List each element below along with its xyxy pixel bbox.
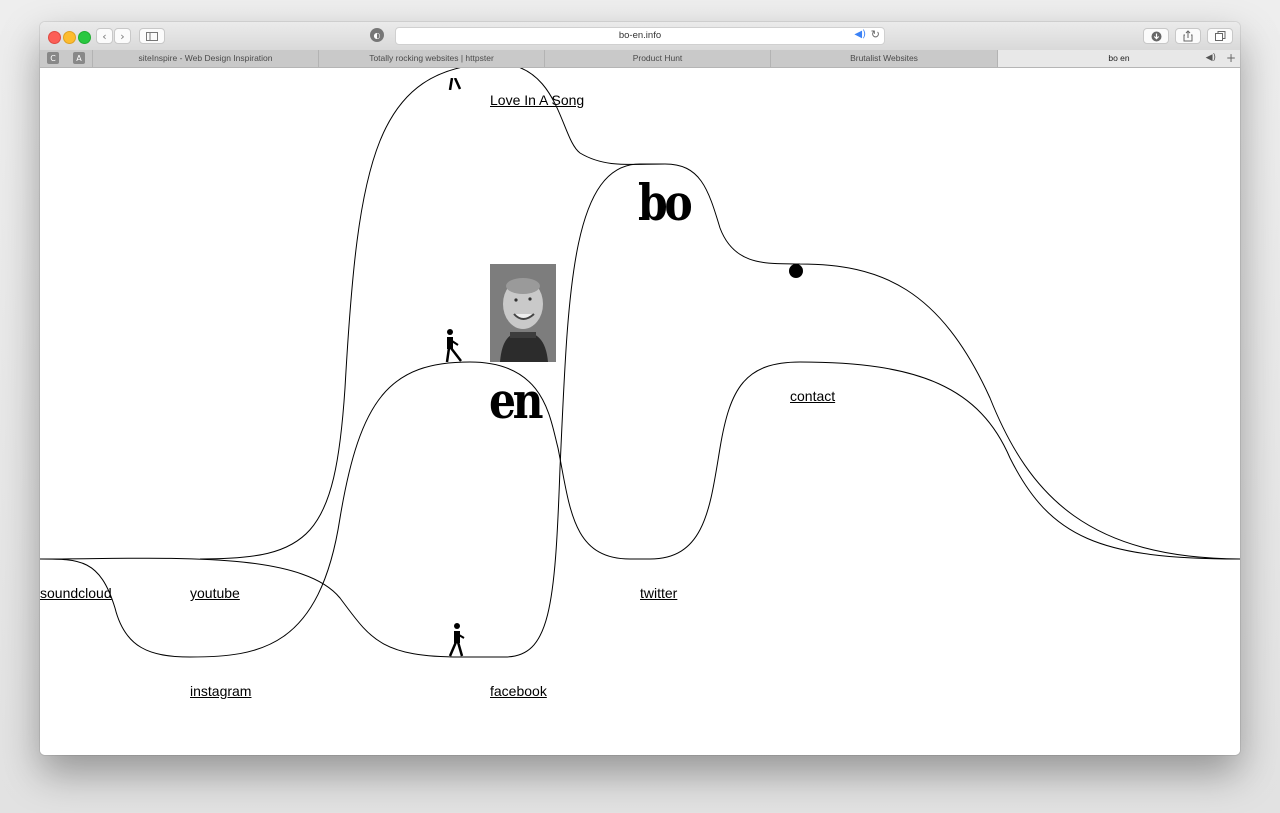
tab-brutalist-websites[interactable]: Brutalist Websites	[770, 50, 997, 67]
tab-bar: C A siteInspire - Web Design Inspiration…	[40, 50, 1240, 68]
link-love-in-a-song[interactable]: Love In A Song	[490, 92, 584, 108]
new-tab-button[interactable]: +	[1226, 50, 1236, 67]
walking-person-icon	[448, 623, 465, 657]
curve-twitter-contact	[649, 361, 1240, 560]
speaker-icon[interactable]: ◀)	[854, 29, 866, 40]
link-instagram[interactable]: instagram	[190, 683, 251, 699]
logo-bo: bo	[638, 173, 693, 232]
link-soundcloud[interactable]: soundcloud	[40, 585, 112, 601]
tab-product-hunt[interactable]: Product Hunt	[544, 50, 770, 67]
tab-label: Totally rocking websites | httpster	[369, 53, 494, 63]
circle-dot-icon[interactable]	[789, 264, 803, 278]
chevron-right-icon: ›	[120, 29, 125, 43]
tabs-icon	[1214, 31, 1225, 41]
privacy-shield-icon[interactable]: ◐	[370, 28, 384, 42]
tabs-overview-button[interactable]	[1207, 28, 1233, 44]
share-button[interactable]	[1175, 28, 1201, 44]
tab-label: siteInspire - Web Design Inspiration	[138, 53, 273, 63]
portrait-image	[490, 264, 556, 362]
tab-httpster[interactable]: Totally rocking websites | httpster	[318, 50, 544, 67]
curve-youtube-song	[199, 68, 1240, 560]
download-icon	[1151, 31, 1161, 41]
downloads-button[interactable]	[1143, 28, 1169, 44]
page-content: bo en Love In A Song soundcloud youtube …	[40, 68, 1240, 755]
tab-label: bo en	[1108, 53, 1130, 63]
address-bar[interactable]: bo-en.info ◀) ↻	[395, 27, 885, 45]
pinned-tab-a[interactable]: A	[73, 52, 85, 64]
sidebar-button[interactable]	[139, 28, 165, 44]
tab-bo-en[interactable]: bo en ◀) +	[997, 50, 1240, 67]
tab-siteinspire[interactable]: siteInspire - Web Design Inspiration	[92, 50, 318, 67]
logo-en: en	[489, 371, 544, 430]
pinned-tab-c[interactable]: C	[47, 52, 59, 64]
chevron-left-icon: ‹	[102, 29, 107, 43]
track-curves	[40, 68, 1240, 658]
walking-person-icon	[448, 78, 462, 90]
forward-button[interactable]: ›	[114, 28, 131, 44]
reload-icon[interactable]: ↻	[871, 28, 880, 41]
tab-label: Brutalist Websites	[850, 53, 918, 63]
link-facebook[interactable]: facebook	[490, 683, 547, 699]
address-text: bo-en.info	[618, 30, 662, 41]
browser-window: ‹ › ◐ bo-en.info ◀) ↻ C A siteInspire - …	[40, 22, 1240, 755]
curve-soundcloud-facebook	[40, 163, 665, 658]
zoom-window-button[interactable]	[78, 31, 91, 44]
share-icon	[1183, 30, 1193, 42]
speaker-icon[interactable]: ◀)	[1206, 50, 1216, 67]
back-button[interactable]: ‹	[96, 28, 113, 44]
browser-toolbar: ‹ › ◐ bo-en.info ◀) ↻	[40, 22, 1240, 51]
portrait-photo	[490, 264, 556, 362]
minimize-window-button[interactable]	[63, 31, 76, 44]
close-window-button[interactable]	[48, 31, 61, 44]
sidebar-icon	[146, 31, 158, 41]
link-youtube[interactable]: youtube	[190, 585, 240, 601]
link-twitter[interactable]: twitter	[640, 585, 677, 601]
tab-label: Product Hunt	[632, 53, 683, 63]
walking-person-icon	[445, 329, 462, 363]
link-contact[interactable]: contact	[790, 388, 835, 404]
